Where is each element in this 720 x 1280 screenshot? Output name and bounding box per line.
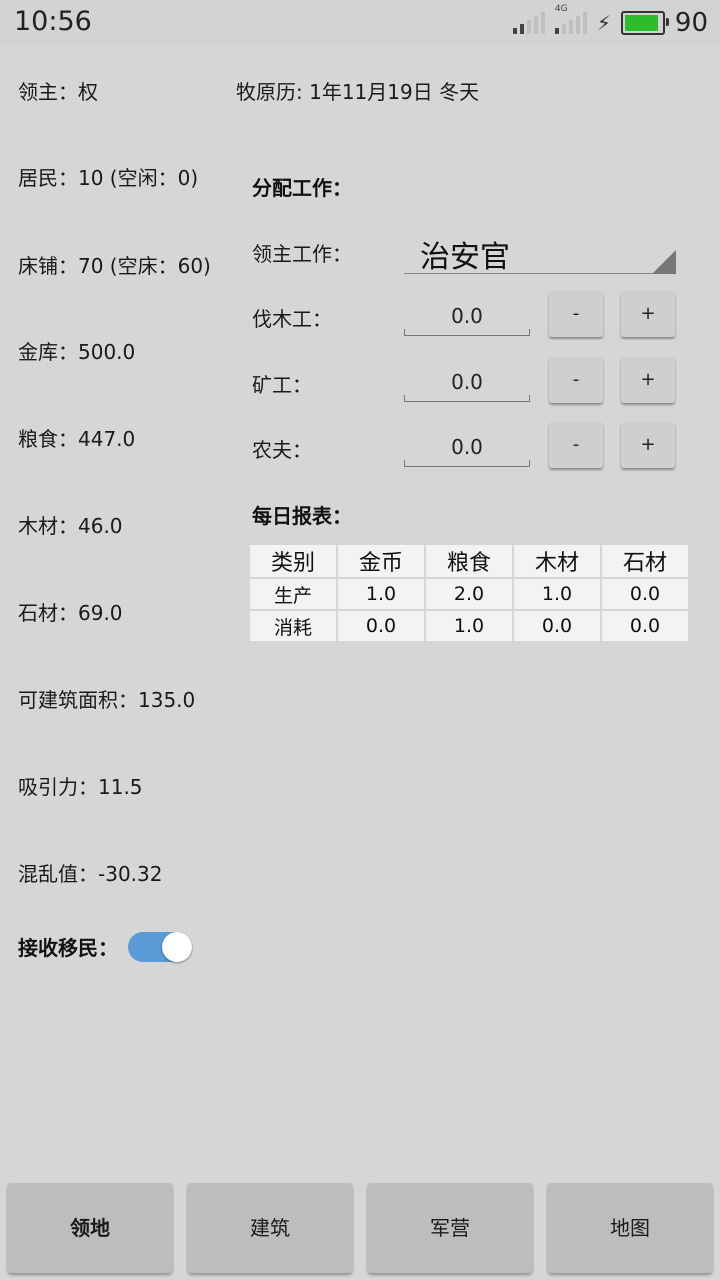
table-cell: 0.0 <box>602 579 688 609</box>
table-cell: 1.0 <box>426 611 512 641</box>
dropdown-arrow-icon <box>652 250 676 274</box>
signal-icon <box>512 12 545 34</box>
daily-report-table: 类别 金币 粮食 木材 石材 生产 1.0 2.0 1.0 0.0 消耗 0.0… <box>248 543 690 643</box>
charging-icon: ⚡ <box>596 11 611 35</box>
calendar-date: 牧原历: 1年11月19日 冬天 <box>236 80 480 104</box>
table-cell: 消耗 <box>250 611 336 641</box>
stat-chaos: 混乱值：-30.32 <box>18 862 163 886</box>
stat-attraction: 吸引力：11.5 <box>18 775 143 799</box>
tab-map[interactable]: 地图 <box>548 1183 712 1273</box>
column-header: 木材 <box>514 545 600 577</box>
lord-job-value: 治安官 <box>420 240 510 275</box>
miner-label: 矿工： <box>252 373 312 397</box>
lumberjack-input[interactable]: 0.0 <box>404 296 530 336</box>
assign-work-header: 分配工作： <box>252 176 352 200</box>
tab-buildings[interactable]: 建筑 <box>188 1183 352 1273</box>
lord-job-label: 领主工作： <box>252 242 352 266</box>
table-cell: 1.0 <box>338 579 424 609</box>
lumberjack-label: 伐木工： <box>252 307 332 331</box>
column-header: 石材 <box>602 545 688 577</box>
farmer-input[interactable]: 0.0 <box>404 427 530 467</box>
tab-barracks[interactable]: 军营 <box>368 1183 532 1273</box>
column-header: 类别 <box>250 545 336 577</box>
status-bar: 10:56 4G ⚡ 90 <box>0 0 720 46</box>
miner-input[interactable]: 0.0 <box>404 362 530 402</box>
table-cell: 1.0 <box>514 579 600 609</box>
tab-territory[interactable]: 领地 <box>8 1183 172 1273</box>
table-cell: 0.0 <box>514 611 600 641</box>
farmer-minus-button[interactable]: - <box>549 422 603 468</box>
stat-treasury: 金库：500.0 <box>18 340 136 364</box>
stat-stone: 石材：69.0 <box>18 601 123 625</box>
clock: 10:56 <box>14 6 92 37</box>
column-header: 金币 <box>338 545 424 577</box>
daily-report-header: 每日报表： <box>252 504 352 528</box>
table-row: 生产 1.0 2.0 1.0 0.0 <box>250 579 688 609</box>
lord-name: 领主：权 <box>18 80 98 104</box>
table-row: 消耗 0.0 1.0 0.0 0.0 <box>250 611 688 641</box>
lumberjack-minus-button[interactable]: - <box>549 291 603 337</box>
battery-icon <box>620 11 669 35</box>
miner-minus-button[interactable]: - <box>549 357 603 403</box>
lord-job-select[interactable]: 治安官 <box>404 228 676 275</box>
network-type: 4G <box>554 4 568 14</box>
stat-build-area: 可建筑面积：135.0 <box>18 688 196 712</box>
immigration-toggle[interactable] <box>128 929 194 965</box>
table-cell: 0.0 <box>602 611 688 641</box>
table-cell: 2.0 <box>426 579 512 609</box>
column-header: 粮食 <box>426 545 512 577</box>
immigration-label: 接收移民： <box>18 936 118 960</box>
battery-level: 90 <box>674 8 708 38</box>
farmer-label: 农夫： <box>252 438 312 462</box>
stat-beds: 床铺：70 (空床：60) <box>18 254 211 278</box>
table-cell: 生产 <box>250 579 336 609</box>
signal-4g-icon: 4G <box>554 4 587 34</box>
stat-food: 粮食：447.0 <box>18 427 136 451</box>
lumberjack-plus-button[interactable]: + <box>621 291 675 337</box>
table-cell: 0.0 <box>338 611 424 641</box>
stat-wood: 木材：46.0 <box>18 514 123 538</box>
farmer-plus-button[interactable]: + <box>621 422 675 468</box>
stat-residents: 居民：10 (空闲：0) <box>18 166 199 190</box>
status-icons: 4G ⚡ 90 <box>512 4 708 40</box>
table-header-row: 类别 金币 粮食 木材 石材 <box>250 545 688 577</box>
miner-plus-button[interactable]: + <box>621 357 675 403</box>
